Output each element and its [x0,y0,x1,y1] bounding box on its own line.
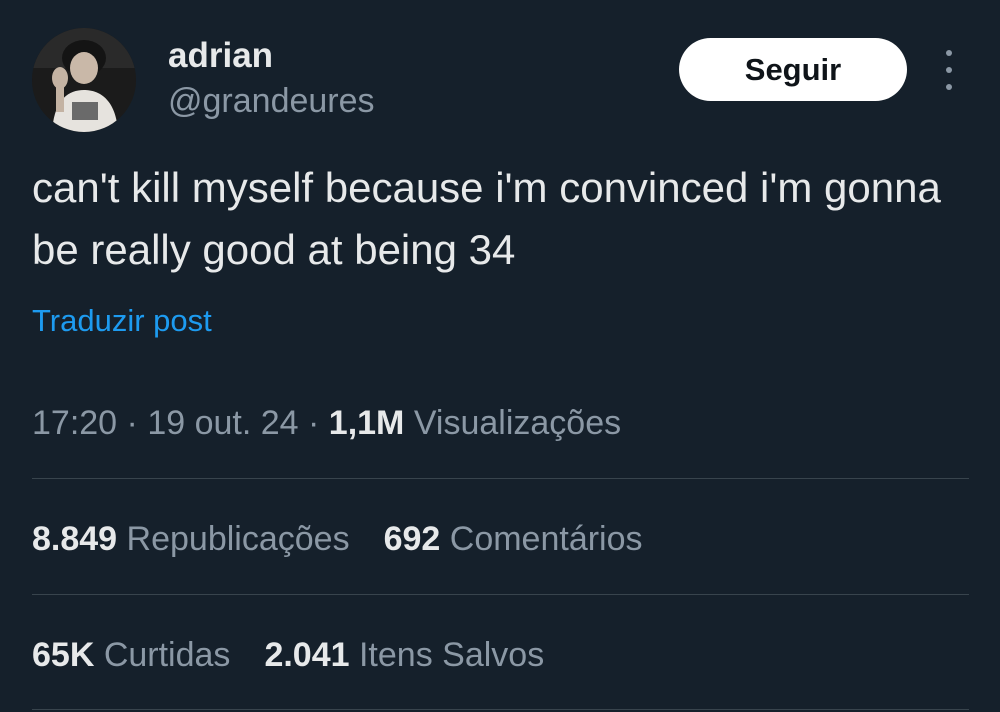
divider [32,594,969,595]
reposts-stat[interactable]: 8.849 Republicações [32,520,350,559]
tweet-time[interactable]: 17:20 [32,404,117,442]
views-label: Visualizações [413,404,622,442]
engagement-stats-row: 8.849 Republicações 692 Comentários [32,520,643,559]
follow-button[interactable]: Seguir [679,38,907,101]
bookmarks-count: 2.041 [264,636,350,674]
more-dot [946,67,952,73]
comments-count: 692 [383,520,441,558]
more-dot [946,50,952,56]
meta-separator: · [298,404,329,442]
comments-label: Comentários [449,520,643,558]
divider [32,709,969,710]
meta-separator: · [117,404,148,442]
avatar[interactable] [32,28,136,132]
engagement-stats-row: 65K Curtidas 2.041 Itens Salvos [32,636,544,675]
tweet-meta: 17:20 · 19 out. 24 · 1,1M Visualizações [32,404,621,443]
translate-post-link[interactable]: Traduzir post [32,303,212,339]
bookmarks-stat[interactable]: 2.041 Itens Salvos [264,636,544,675]
likes-label: Curtidas [103,636,231,674]
bookmarks-label: Itens Salvos [358,636,545,674]
likes-count: 65K [32,636,95,674]
comments-stat[interactable]: 692 Comentários [384,520,643,559]
tweet-text: can't kill myself because i'm convinced … [32,164,941,273]
reposts-label: Republicações [126,520,350,558]
more-options-icon[interactable] [934,50,964,90]
reposts-count: 8.849 [32,520,118,558]
likes-stat[interactable]: 65K Curtidas [32,636,230,675]
views-count: 1,1M [328,404,405,442]
display-name[interactable]: adrian [168,36,273,76]
divider [32,478,969,479]
more-dot [946,84,952,90]
tweet-date[interactable]: 19 out. 24 [147,404,298,442]
username-handle[interactable]: @grandeures [168,82,375,120]
